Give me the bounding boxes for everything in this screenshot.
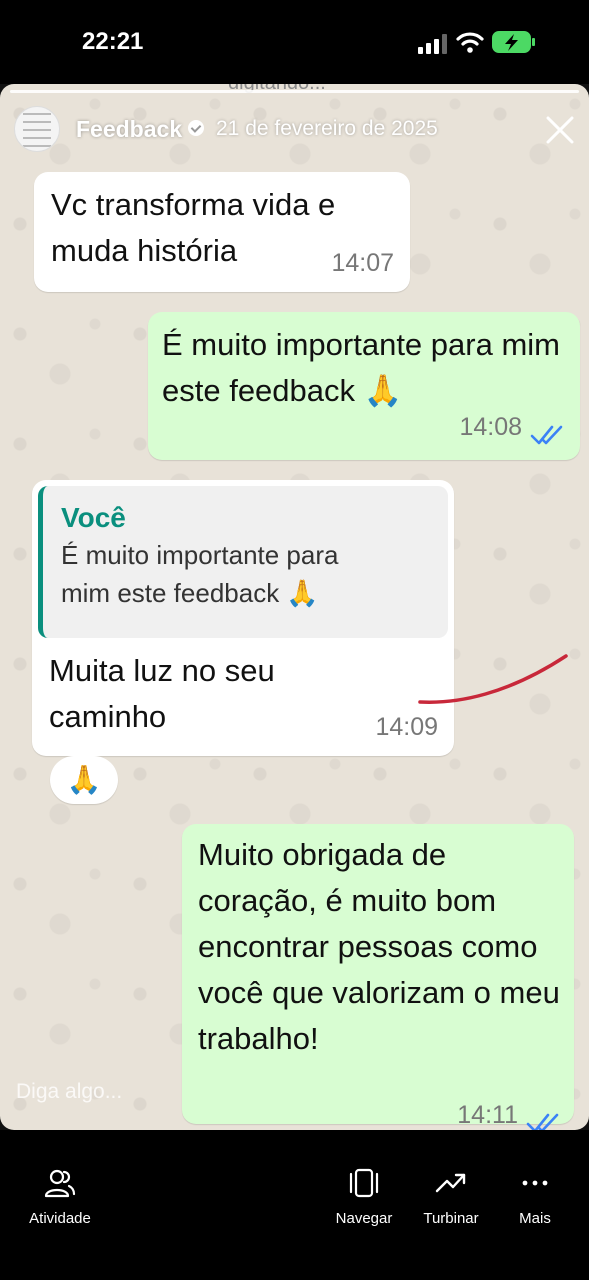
- message-time: 14:11: [457, 1101, 518, 1129]
- quoted-message: Você É muito importante para mim este fe…: [38, 486, 448, 638]
- reply-input[interactable]: Diga algo...: [16, 1080, 122, 1104]
- more-dots-icon: [522, 1180, 548, 1186]
- message-text: É muito importante para mim este feedbac…: [162, 327, 560, 408]
- read-receipt-icon: [530, 425, 563, 445]
- boost-trend-icon: [435, 1173, 466, 1193]
- story-author-name[interactable]: Feedback: [76, 116, 182, 143]
- message-time: 14:09: [375, 713, 438, 741]
- cellular-signal-icon: [418, 34, 447, 54]
- bottom-navigation: Atividade Navegar Turbinar Mais: [0, 1130, 589, 1280]
- pen-underline-mark: [418, 654, 568, 704]
- story-date: 21 de fevereiro de 2025: [216, 117, 438, 140]
- browse-cards-icon: [349, 1168, 379, 1198]
- avatar[interactable]: [14, 106, 60, 152]
- verified-badge-icon: [188, 120, 204, 136]
- message-time: 14:08: [459, 413, 522, 441]
- status-bar: 22:21: [0, 0, 589, 84]
- read-receipt-icon: [526, 1113, 559, 1130]
- message-time: 14:07: [331, 249, 394, 277]
- quoted-text: É muito importante para mim este feedbac…: [61, 540, 339, 608]
- story-progress-bar: [10, 90, 579, 93]
- battery-charging-icon: [492, 31, 535, 53]
- message-reaction[interactable]: 🙏: [50, 756, 118, 804]
- close-icon[interactable]: [542, 112, 578, 148]
- nav-label: Mais: [519, 1210, 551, 1227]
- nav-activity[interactable]: Atividade: [10, 1130, 110, 1240]
- status-time: 22:21: [82, 28, 144, 55]
- message-bubble-outgoing: É muito importante para mim este feedbac…: [148, 312, 580, 460]
- nav-label: Navegar: [335, 1210, 393, 1227]
- nav-label: Atividade: [29, 1210, 91, 1227]
- wifi-icon: [456, 32, 484, 53]
- message-bubble-incoming: Vc transforma vida e muda história 14:07: [34, 172, 410, 292]
- nav-browse[interactable]: Navegar: [314, 1130, 414, 1240]
- message-bubble-outgoing: Muito obrigada de coração, é muito bom e…: [182, 824, 574, 1130]
- quoted-author: Você: [61, 502, 126, 533]
- story-viewer: digitando... Feedback 21 de fevereiro de…: [0, 84, 589, 1130]
- story-screenshot: digitando... Feedback 21 de fevereiro de…: [0, 84, 589, 1130]
- message-bubble-incoming-reply: Você É muito importante para mim este fe…: [32, 480, 454, 756]
- nav-more[interactable]: Mais: [485, 1130, 585, 1240]
- message-text: Muita luz no seu caminho: [49, 653, 275, 734]
- message-text: Muito obrigada de coração, é muito bom e…: [198, 837, 560, 1056]
- activity-people-icon: [44, 1169, 76, 1198]
